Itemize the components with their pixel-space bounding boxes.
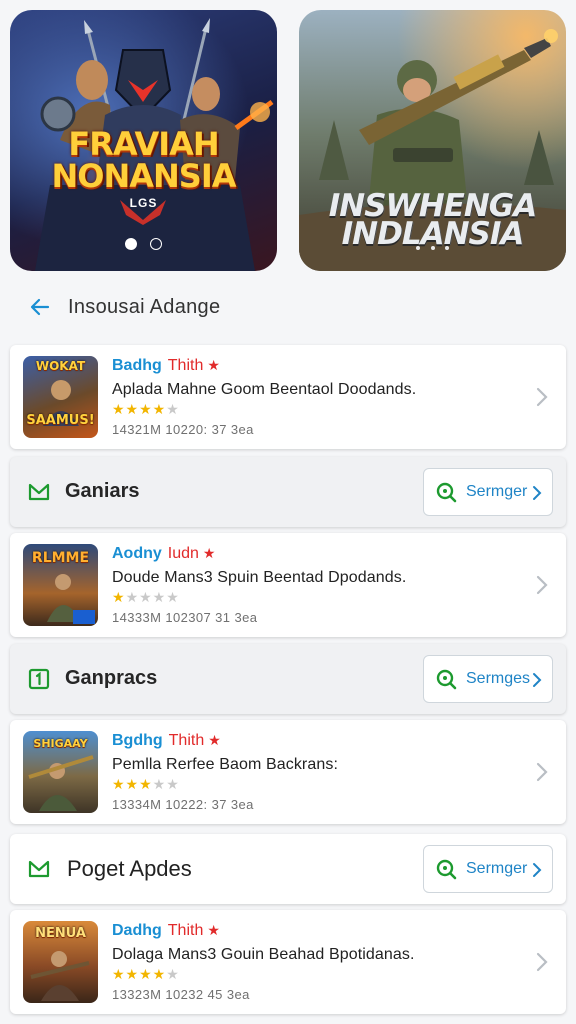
app-thumbnail: WOKAT SAAMUS! bbox=[23, 356, 98, 438]
thumbnail-art bbox=[28, 755, 94, 811]
carousel-dots bbox=[10, 237, 277, 255]
chevron-right-icon bbox=[533, 863, 542, 877]
app-description: Doude Mans3 Spuin Beentad Dpodands. bbox=[112, 569, 407, 586]
app-description: Dolaga Mans3 Gouin Beahad Bpotidanas. bbox=[112, 946, 415, 963]
app-tag: Iudn bbox=[167, 545, 199, 562]
app-meta: 13323M 10232 45 3ea bbox=[112, 987, 250, 1002]
app-name: Bgdhg Thith ★ bbox=[112, 732, 221, 749]
search-icon bbox=[436, 482, 457, 503]
star-rating: ★★★★★ bbox=[112, 966, 180, 982]
star-rating: ★★★★★ bbox=[112, 589, 180, 605]
mail-icon bbox=[28, 860, 50, 878]
square-one-icon bbox=[28, 668, 50, 690]
category-title: Ganpracs bbox=[65, 667, 158, 689]
banner-subtitle: LGS bbox=[129, 196, 158, 210]
chevron-right-icon bbox=[536, 575, 548, 595]
button-label: Sermges bbox=[466, 670, 531, 687]
sermges-button[interactable]: Sermges bbox=[423, 655, 553, 703]
page-header: Insousai Adange bbox=[24, 290, 220, 324]
banner-title: FRAVIAH NONANSIA bbox=[51, 125, 236, 195]
thumbnail-caption: SAAMUS! bbox=[26, 413, 95, 428]
thumbnail-art bbox=[30, 951, 90, 1001]
app-list-item[interactable]: SHIGAAY Bgdhg Thith ★ Pemlla Rerfee Baom B… bbox=[10, 720, 566, 824]
search-icon bbox=[436, 669, 457, 690]
chevron-right-icon bbox=[533, 486, 542, 500]
app-list-item[interactable]: WOKAT SAAMUS! Badhg Thith ★ Aplada Mahne G… bbox=[10, 345, 566, 449]
app-meta: 14333M 102307 31 3ea bbox=[112, 610, 258, 625]
app-list-item[interactable]: RLMME Aodny Iudn ★ Doude Mans3 Spuin Beent… bbox=[10, 533, 566, 637]
mail-icon bbox=[28, 483, 50, 501]
carousel-dot-active[interactable] bbox=[430, 246, 435, 250]
carousel-dot[interactable] bbox=[416, 246, 421, 250]
star-badge-icon: ★ bbox=[208, 732, 221, 748]
chevron-right-icon bbox=[533, 673, 542, 687]
app-description: Aplada Mahne Goom Beentaol Doodands. bbox=[112, 381, 417, 398]
carousel-dot-active[interactable] bbox=[125, 238, 138, 250]
sermger-button[interactable]: Sermger bbox=[423, 468, 553, 516]
chevron-right-icon bbox=[536, 762, 548, 782]
thumbnail-art bbox=[47, 574, 95, 624]
category-row-ganpracs: Ganpracs Sermges bbox=[10, 644, 566, 714]
star-rating: ★★★★★ bbox=[112, 401, 180, 417]
carousel-dots bbox=[299, 237, 566, 255]
sermger-button[interactable]: Sermger bbox=[423, 845, 553, 893]
featured-banner-inswhenga[interactable]: INSWHENGA INDLANSIA bbox=[299, 10, 566, 271]
chevron-right-icon bbox=[536, 952, 548, 972]
featured-banner-fraviah[interactable]: FRAVIAH NONANSIA LGS bbox=[10, 10, 277, 271]
app-tag: Thith bbox=[167, 357, 204, 374]
category-title: Ganiars bbox=[65, 480, 140, 502]
app-thumbnail: SHIGAAY bbox=[23, 731, 98, 813]
app-thumbnail: NENUA bbox=[23, 921, 98, 1003]
app-name: Dadhg Thith ★ bbox=[112, 922, 220, 939]
app-description: Pemlla Rerfee Baom Backrans: bbox=[112, 756, 339, 773]
search-icon bbox=[436, 859, 457, 880]
category-row-ganiars: Ganiars Sermger bbox=[10, 457, 566, 527]
app-list-item[interactable]: NENUA Dadhg Thith ★ Dolaga Mans3 Gouin Bea… bbox=[10, 910, 566, 1014]
button-label: Sermger bbox=[466, 483, 528, 500]
category-row-poget-apdes: Poget Apdes Sermger bbox=[10, 834, 566, 904]
app-meta: 14321M 10220: 37 3ea bbox=[112, 422, 254, 437]
star-badge-icon: ★ bbox=[207, 357, 220, 373]
star-badge-icon: ★ bbox=[202, 545, 216, 561]
arrow-left-icon bbox=[30, 298, 50, 316]
back-button[interactable] bbox=[24, 291, 56, 323]
app-name: Badhg Thith ★ bbox=[112, 357, 220, 374]
star-badge-icon: ★ bbox=[207, 922, 220, 938]
app-tag: Thith bbox=[167, 922, 204, 939]
app-meta: 13334M 10222: 37 3ea bbox=[112, 797, 254, 812]
star-rating: ★★★★★ bbox=[112, 776, 180, 792]
carousel-dot[interactable] bbox=[444, 246, 449, 250]
app-tag: Thith bbox=[168, 732, 205, 749]
chevron-right-icon bbox=[536, 387, 548, 407]
category-title: Poget Apdes bbox=[67, 856, 192, 881]
app-name: Aodny Iudn ★ bbox=[112, 545, 216, 562]
carousel-dot[interactable] bbox=[149, 238, 162, 250]
page-title: Insousai Adange bbox=[68, 295, 221, 318]
button-label: Sermger bbox=[466, 860, 528, 877]
app-thumbnail: RLMME bbox=[23, 544, 98, 626]
